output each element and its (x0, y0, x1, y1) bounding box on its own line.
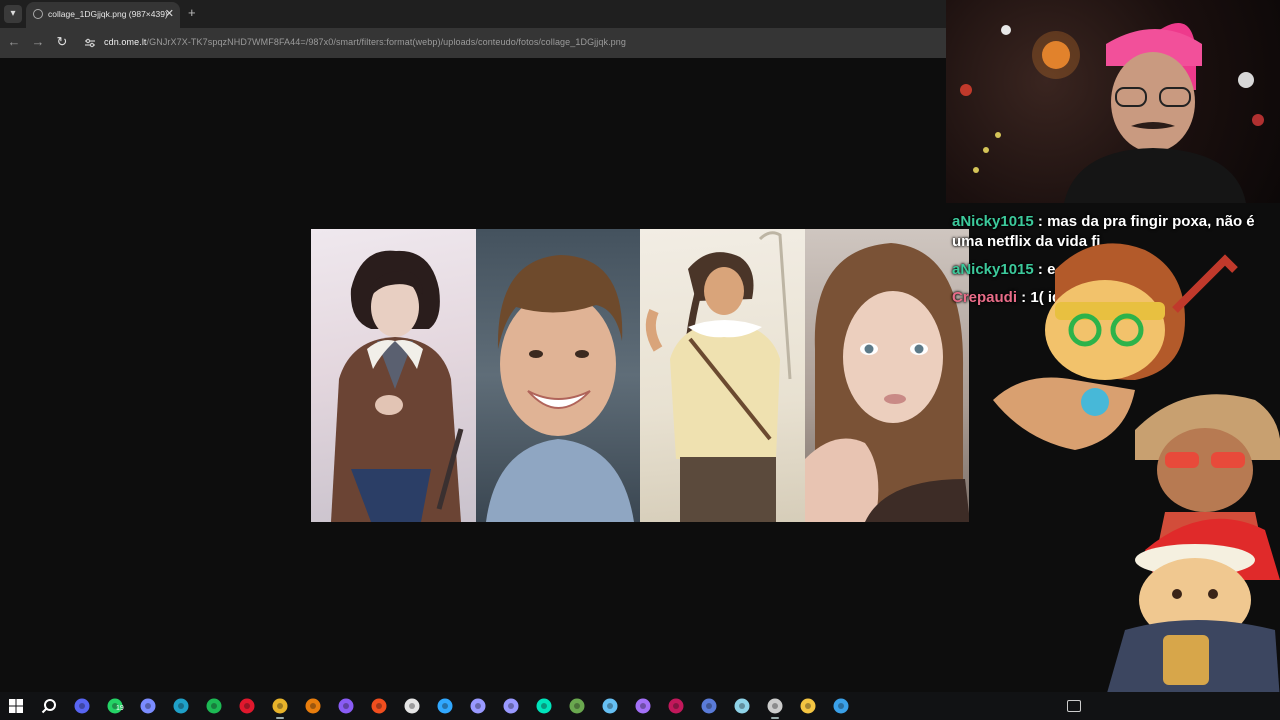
illustrated-boy-figure (331, 250, 464, 522)
girl-portrait-photo-panel (804, 229, 969, 522)
premiere-icon[interactable] (469, 697, 487, 715)
streamer-webcam (946, 0, 1280, 203)
search-icon[interactable] (40, 697, 58, 715)
photoshop-icon[interactable] (436, 697, 454, 715)
stream-chat: aNicky1015 : mas da pra fingir poxa, não… (952, 212, 1272, 316)
blender-icon[interactable] (304, 697, 322, 715)
chat-text: 1( ida do espichão ne (1030, 289, 1183, 306)
site-info-button[interactable] (84, 37, 96, 49)
collage-image (311, 229, 969, 522)
tab-search-button[interactable]: ▾ (4, 5, 22, 23)
paint-icon[interactable] (832, 697, 850, 715)
reload-icon: ↻ (56, 34, 68, 49)
chat-message: aNicky1015 : e (952, 260, 1272, 280)
close-tab-icon[interactable]: ✕ (165, 7, 174, 20)
arrow-left-icon: ← (7, 34, 21, 49)
girl-portrait-figure (804, 243, 969, 522)
audition-icon[interactable] (535, 697, 553, 715)
chat-separator: : (1017, 289, 1031, 306)
chat-username: aNicky1015 (952, 261, 1034, 278)
spotify-icon[interactable] (205, 697, 223, 715)
plus-icon: + (188, 5, 196, 20)
chat-separator: : (1033, 261, 1048, 278)
illustrated-boy-panel (311, 229, 476, 522)
chat-message: Crepaudi : 1( ida do espichão ne (952, 288, 1272, 308)
webcam-scene (960, 23, 1264, 203)
notion-icon[interactable] (403, 697, 421, 715)
windows-start-icon[interactable] (7, 697, 25, 715)
tab-strip: ▾ collage_1DGjjqk.png (987×439) ✕ + (0, 0, 946, 28)
forward-button[interactable]: → (30, 34, 46, 49)
chrome-icon[interactable] (271, 697, 289, 719)
discord-icon[interactable] (73, 697, 91, 715)
after-effects-icon[interactable] (502, 697, 520, 715)
opera-icon[interactable] (238, 697, 256, 715)
back-button[interactable]: ← (6, 34, 22, 49)
cube-app-icon[interactable] (733, 697, 751, 715)
chat-message: aNicky1015 : mas da pra fingir poxa, não… (952, 212, 1272, 252)
frog-app-icon[interactable] (568, 697, 586, 715)
browser-toolbar: ← → ↻ cdn.ome.lt/GNJrX7X-TK7spqzNHD7WMF8… (0, 28, 946, 58)
chat-text: e (1047, 261, 1056, 278)
santa-puppy-mascot (1105, 518, 1280, 700)
terminal-icon[interactable] (700, 697, 718, 715)
url-path: /GNJrX7X-TK7spqzNHD7WMF8FA44=/987x0/smar… (146, 37, 626, 47)
obsidian-icon[interactable] (337, 697, 355, 715)
chevron-down-icon: ▾ (10, 8, 16, 19)
chat-username: Crepaudi (952, 289, 1018, 306)
chat-separator: : (1033, 213, 1048, 230)
edge-icon[interactable] (172, 697, 190, 715)
new-tab-button[interactable]: + (188, 5, 196, 20)
smiling-boy-figure (485, 255, 634, 522)
vegas-icon[interactable] (667, 697, 685, 715)
figma-icon[interactable] (370, 697, 388, 715)
smiling-boy-photo-panel (475, 229, 640, 522)
url-host: cdn.ome.lt (104, 37, 147, 47)
illustrated-girl-figure (645, 231, 792, 522)
notification-badge: 19 (116, 705, 124, 712)
reload-button[interactable]: ↻ (54, 34, 70, 50)
arrow-right-icon: → (31, 34, 45, 49)
illustrated-girl-panel (640, 229, 805, 522)
circle-app-icon[interactable] (634, 697, 652, 715)
chat-username: aNicky1015 (952, 213, 1034, 230)
globe-icon (33, 9, 43, 19)
tab-title: collage_1DGjjqk.png (987×439) (48, 9, 168, 19)
obs-icon[interactable] (766, 697, 784, 719)
sunglasses-character (1135, 394, 1280, 560)
copilot-icon[interactable] (139, 697, 157, 715)
keyboard-icon[interactable] (1067, 700, 1081, 712)
steam-icon[interactable] (601, 697, 619, 715)
address-bar[interactable]: cdn.ome.lt/GNJrX7X-TK7spqzNHD7WMF8FA44=/… (104, 37, 626, 47)
browser-tab[interactable]: collage_1DGjjqk.png (987×439) ✕ (26, 2, 180, 28)
tune-icon (85, 38, 95, 48)
file-explorer-icon[interactable] (799, 697, 817, 715)
